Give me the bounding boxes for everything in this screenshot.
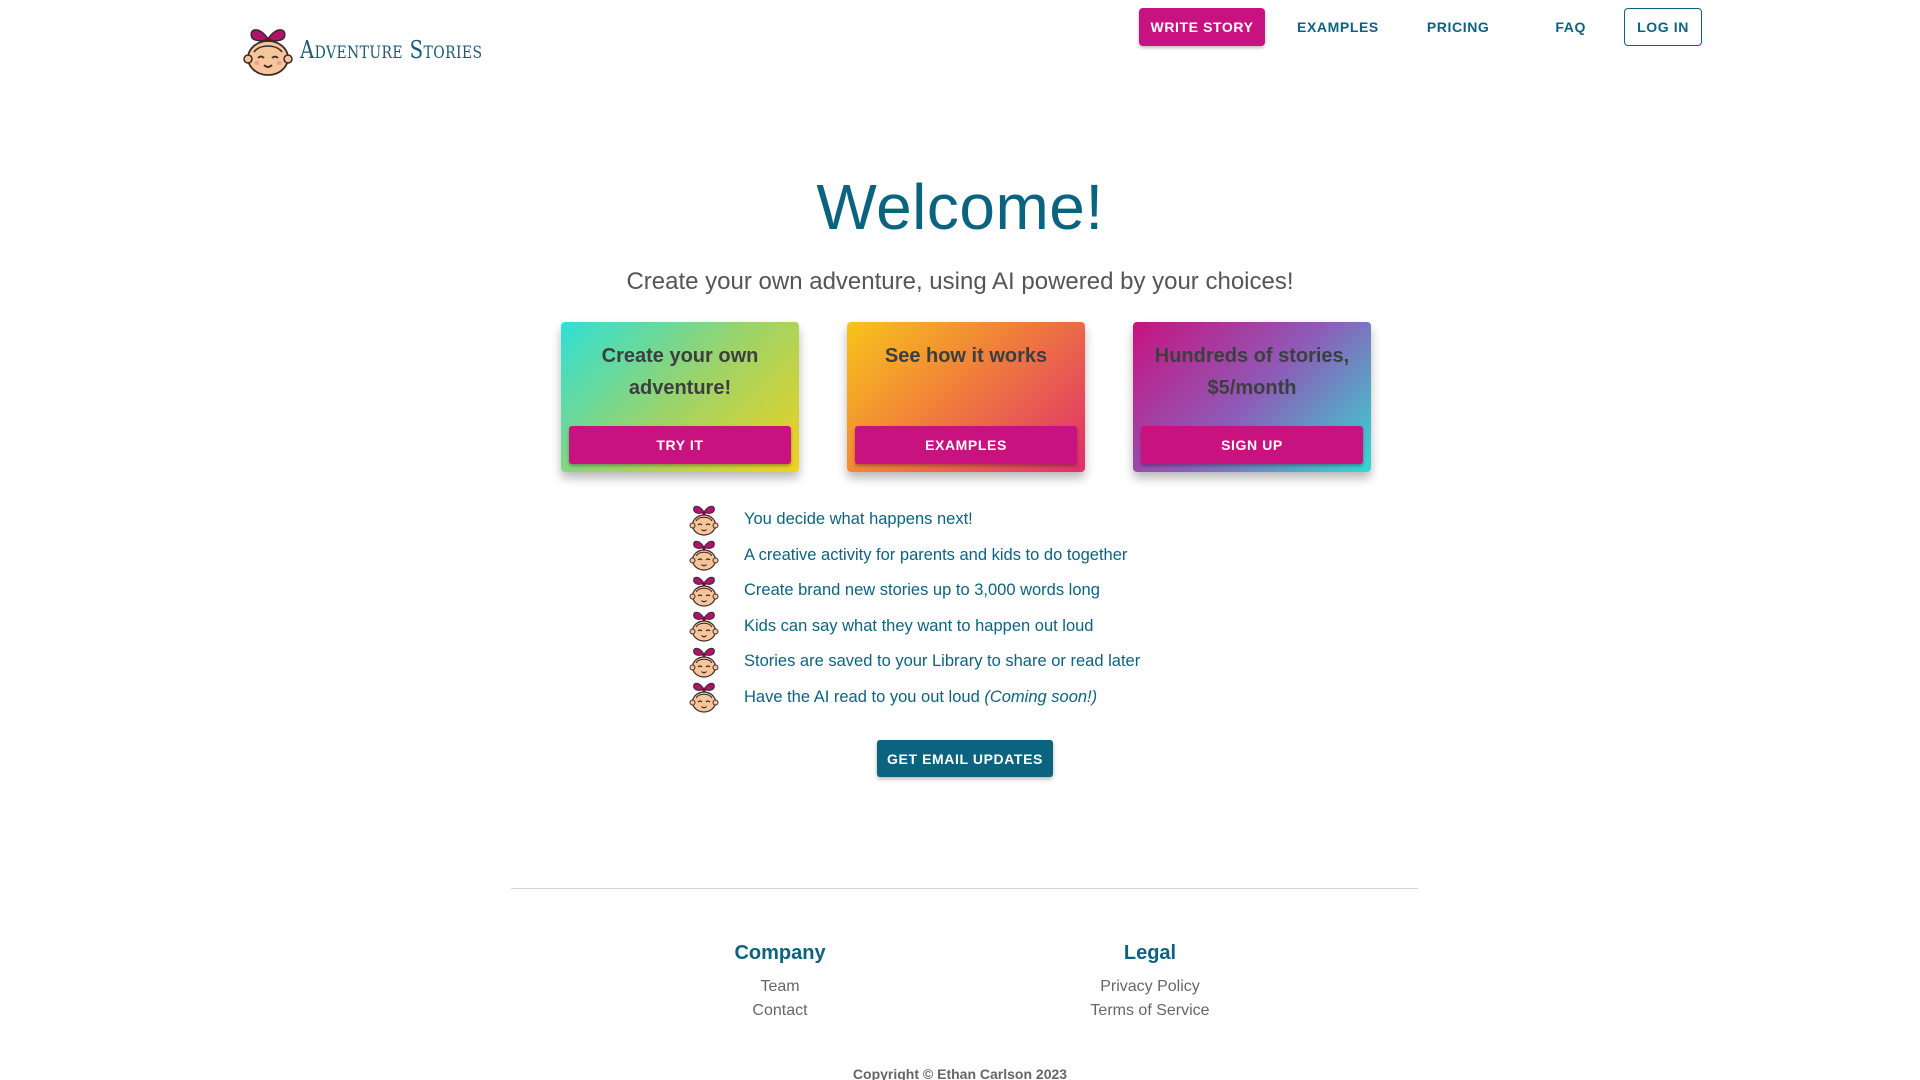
brand-logo[interactable]: Adventure Stories	[240, 22, 523, 78]
feature-text: Create brand new stories up to 3,000 wor…	[744, 581, 1100, 600]
feature-text: You decide what happens next!	[744, 510, 973, 529]
nav-examples-link[interactable]: EXAMPLES	[1281, 8, 1395, 46]
list-item: Create brand new stories up to 3,000 wor…	[688, 573, 1140, 609]
girl-face-icon	[689, 505, 719, 536]
nav-pricing-link[interactable]: PRICING	[1411, 8, 1506, 46]
feature-text: Stories are saved to your Library to sha…	[744, 652, 1141, 671]
footer-heading-legal: Legal	[1123, 942, 1177, 964]
list-item: Kids can say what they want to happen ou…	[688, 609, 1140, 645]
girl-face-icon	[689, 540, 719, 571]
footer-company: Company Team Contact	[660, 942, 900, 1023]
girl-face-icon	[689, 647, 719, 678]
examples-button[interactable]: EXAMPLES	[855, 426, 1077, 464]
feature-text: Kids can say what they want to happen ou…	[744, 616, 1094, 635]
list-item: You decide what happens next!	[688, 502, 1140, 538]
girl-face-icon	[243, 29, 293, 76]
try-it-button[interactable]: TRY IT	[569, 426, 791, 464]
brand-name: Adventure Stories	[300, 36, 483, 64]
page-subtitle: Create your own adventure, using AI powe…	[626, 268, 1294, 295]
card-title: Hundreds of stories, $5/month	[1154, 345, 1350, 399]
feature-text: Have the AI read to you out loud (Coming…	[744, 688, 1097, 707]
girl-face-icon	[689, 682, 719, 713]
copyright: Copyright © Ethan Carlson 2023	[852, 1066, 1068, 1080]
girl-face-icon	[689, 611, 719, 642]
feature-text: A creative activity for parents and kids…	[744, 545, 1128, 564]
list-item: Have the AI read to you out loud (Coming…	[688, 680, 1140, 716]
girl-face-icon	[689, 576, 719, 607]
footer-link-terms[interactable]: Terms of Service	[1030, 999, 1270, 1023]
footer-heading-company: Company	[734, 942, 826, 964]
footer-legal: Legal Privacy Policy Terms of Service	[1030, 942, 1270, 1023]
nav-faq-link[interactable]: FAQ	[1539, 8, 1602, 46]
get-email-updates-button[interactable]: GET EMAIL UPDATES	[877, 740, 1053, 777]
card-title: Create your own adventure!	[601, 345, 759, 399]
feature-cards: Create your own adventure! TRY IT See ho…	[561, 322, 1371, 472]
card-title: See how it works	[884, 345, 1048, 367]
footer-link-contact[interactable]: Contact	[660, 999, 900, 1023]
sign-up-button[interactable]: SIGN UP	[1141, 426, 1363, 464]
card-create: Create your own adventure! TRY IT	[561, 322, 799, 472]
feature-list: You decide what happens next! A creative…	[688, 502, 1140, 715]
list-item: A creative activity for parents and kids…	[688, 538, 1140, 574]
card-pricing: Hundreds of stories, $5/month SIGN UP	[1133, 322, 1371, 472]
footer-link-team[interactable]: Team	[660, 975, 900, 999]
footer-divider	[511, 888, 1418, 889]
card-how-it-works: See how it works EXAMPLES	[847, 322, 1085, 472]
list-item: Stories are saved to your Library to sha…	[688, 644, 1140, 680]
page-title: Welcome!	[816, 171, 1104, 243]
feature-text-main: Have the AI read to you out loud	[744, 687, 980, 706]
footer-link-privacy[interactable]: Privacy Policy	[1030, 975, 1270, 999]
login-button[interactable]: LOG IN	[1624, 8, 1702, 46]
top-nav: WRITE STORY EXAMPLES PRICING FAQ LOG IN	[1139, 8, 1702, 46]
write-story-button[interactable]: WRITE STORY	[1139, 8, 1266, 46]
coming-soon-note: (Coming soon!)	[984, 687, 1098, 706]
